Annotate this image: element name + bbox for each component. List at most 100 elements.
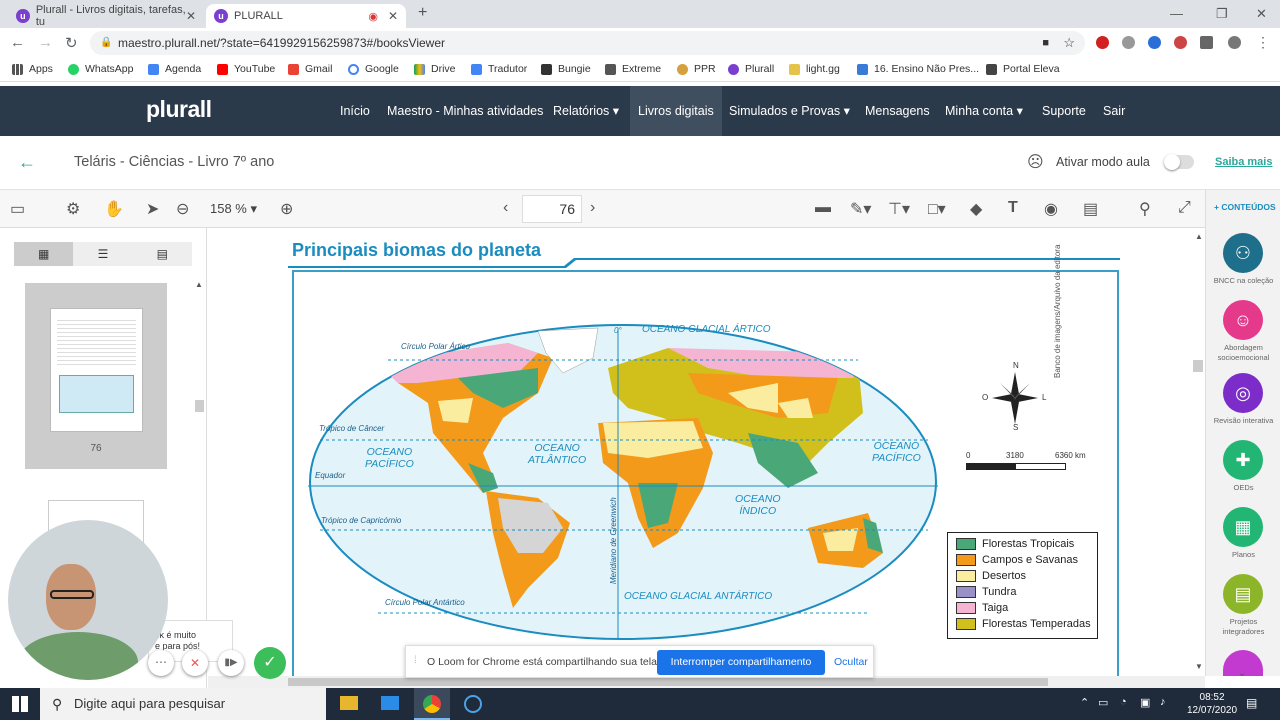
chrome-taskbar-button[interactable] <box>414 688 450 720</box>
nav-sair[interactable]: Sair <box>1095 86 1133 136</box>
planos-icon[interactable]: ▦ <box>1223 507 1263 547</box>
zoom-in-icon[interactable]: ⊕ <box>280 199 293 219</box>
bookmark-drive[interactable]: Drive <box>414 63 456 75</box>
revisao-icon[interactable]: ◎ <box>1223 373 1263 413</box>
wifi-icon[interactable]: ◔ <box>1120 696 1127 708</box>
bookmark-lightgg[interactable]: light.gg <box>789 63 840 75</box>
bookmark-ensino[interactable]: 16. Ensino Não Pres... <box>857 63 979 75</box>
bookmark-extreme[interactable]: Extreme <box>605 63 661 75</box>
notifications-icon[interactable]: ▤ <box>1246 696 1257 710</box>
nav-relatorios[interactable]: Relatórios ▾ <box>545 86 627 136</box>
plurall-logo[interactable]: plurall <box>146 96 212 123</box>
new-tab-icon[interactable]: + <box>418 4 427 22</box>
camera-icon[interactable]: ■ <box>1042 31 1049 55</box>
cortana-app-icon[interactable] <box>464 695 482 713</box>
windows-start-icon[interactable] <box>12 696 28 712</box>
mail-icon[interactable] <box>381 696 399 710</box>
annotations-tab-icon[interactable]: ▤ <box>133 242 192 266</box>
battery-icon[interactable]: ▭ <box>1098 696 1108 709</box>
bookmark-whatsapp[interactable]: WhatsApp <box>68 63 133 75</box>
browser-tab-active[interactable]: u PLURALL ◉ ✕ <box>206 4 406 28</box>
zoom-out-icon[interactable]: ⊖ <box>176 199 189 219</box>
hand-tool-icon[interactable]: ✋ <box>104 199 124 219</box>
drag-handle-icon[interactable]: ⁞ <box>414 655 417 666</box>
pointer-icon[interactable]: ➤ <box>146 199 159 219</box>
minimize-icon[interactable]: — <box>1170 6 1183 21</box>
bookmark-portal-eleva[interactable]: Portal Eleva <box>986 63 1060 75</box>
prev-page-icon[interactable]: ‹ <box>503 199 508 217</box>
url-input[interactable]: 🔒 maestro.plurall.net/?state=64199291562… <box>90 31 1085 55</box>
page-input[interactable]: 76 <box>522 195 582 223</box>
gear-icon[interactable]: ⚙ <box>66 199 80 219</box>
bookmark-apps[interactable]: Apps <box>12 63 53 75</box>
puzzle-icon[interactable] <box>1200 36 1213 49</box>
forward-icon[interactable]: → <box>38 34 53 51</box>
scroll-up-icon[interactable]: ▲ <box>1195 232 1203 241</box>
back-arrow-icon[interactable]: ← <box>18 152 36 173</box>
text-tool-icon[interactable]: T <box>1008 199 1018 217</box>
kebab-menu-icon[interactable]: ⋮ <box>1256 34 1270 51</box>
pause-icon[interactable]: ▮▶ <box>218 650 244 676</box>
notes-icon[interactable]: ▤ <box>1083 199 1098 219</box>
more-options-icon[interactable]: ⋯ <box>148 650 174 676</box>
nav-mensagens[interactable]: Mensagens <box>857 86 938 136</box>
file-explorer-icon[interactable] <box>340 696 358 710</box>
profile-icon[interactable] <box>1228 36 1241 49</box>
bookmark-youtube[interactable]: YouTube <box>217 63 275 75</box>
finish-recording-icon[interactable]: ✓ <box>254 647 286 679</box>
close-icon[interactable]: ✕ <box>186 9 196 23</box>
bookmark-bungie[interactable]: Bungie <box>541 63 591 75</box>
clock[interactable]: 08:52 12/07/2020 <box>1187 691 1237 717</box>
webcam-bubble[interactable] <box>8 520 168 680</box>
nav-inicio[interactable]: Início <box>332 86 378 136</box>
star-icon[interactable]: ☆ <box>1063 31 1075 55</box>
page-thumbnail-selected[interactable]: 76 <box>25 283 167 469</box>
scroll-down-icon[interactable]: ▼ <box>1195 662 1203 671</box>
maximize-icon[interactable]: ❐ <box>1216 6 1228 22</box>
taskbar-search[interactable]: ⚲ Digite aqui para pesquisar <box>40 688 326 720</box>
search-icon[interactable]: ⚲ <box>1139 199 1151 219</box>
text-box-icon[interactable]: ⊤▾ <box>888 199 910 219</box>
opera-extension-icon[interactable] <box>1096 36 1109 49</box>
back-icon[interactable]: ← <box>10 34 25 51</box>
nav-maestro[interactable]: Maestro - Minhas atividades <box>379 86 551 136</box>
stop-sharing-button[interactable]: Interromper compartilhamento <box>657 650 825 675</box>
scroll-up-icon[interactable]: ▲ <box>195 280 203 289</box>
bncc-icon[interactable]: ⚇ <box>1223 233 1263 273</box>
close-window-icon[interactable]: ✕ <box>1256 6 1267 22</box>
eraser-icon[interactable]: ◆ <box>970 199 982 219</box>
bookmark-gmail[interactable]: Gmail <box>288 63 332 75</box>
bookmark-google[interactable]: Google <box>348 63 399 75</box>
reload-icon[interactable]: ↻ <box>65 34 78 52</box>
sidebar-toggle-icon[interactable]: ▭ <box>10 199 25 219</box>
puzzle-icon[interactable]: ✚ <box>1223 440 1263 480</box>
close-icon[interactable]: ✕ <box>388 9 398 23</box>
nav-minha-conta[interactable]: Minha conta ▾ <box>937 86 1031 136</box>
bookmark-agenda[interactable]: Agenda <box>148 63 201 75</box>
hide-button[interactable]: Ocultar <box>834 656 868 668</box>
extension-icon[interactable] <box>1122 36 1135 49</box>
conteudos-button[interactable]: + CONTEÚDOS <box>1214 202 1276 212</box>
volume-icon[interactable]: ♪ <box>1160 696 1166 708</box>
socioemocional-icon[interactable]: ☺ <box>1223 300 1263 340</box>
outline-tab-icon[interactable]: ☰ <box>73 242 132 266</box>
extension-icon[interactable] <box>1148 36 1161 49</box>
mode-toggle[interactable] <box>1164 154 1194 170</box>
cancel-recording-icon[interactable]: ✕ <box>182 650 208 676</box>
bookmark-ppr[interactable]: PPR <box>677 63 716 75</box>
comment-icon[interactable]: ▬ <box>815 199 831 217</box>
saiba-mais-link[interactable]: Saiba mais <box>1215 156 1272 168</box>
shape-tool-icon[interactable]: □▾ <box>928 199 946 219</box>
browser-tab[interactable]: u Plurall - Livros digitais, tarefas, tu… <box>8 4 204 28</box>
fullscreen-icon[interactable]: ⤢ <box>1178 199 1191 217</box>
thumbnail-scrollbar[interactable] <box>195 400 204 412</box>
tray-chevron-icon[interactable]: ⌃ <box>1080 696 1089 709</box>
thumbnails-tab-icon[interactable]: ▦ <box>14 242 74 266</box>
display-icon[interactable]: ▣ <box>1140 696 1150 709</box>
zoom-select[interactable]: 158 % ▾ <box>210 201 257 217</box>
nav-livros-digitais[interactable]: Livros digitais <box>630 86 722 136</box>
chevron-down-icon[interactable]: ⌄ <box>1238 668 1246 679</box>
document-scrollbar[interactable] <box>1193 360 1203 372</box>
extension-icon[interactable] <box>1174 36 1187 49</box>
nav-suporte[interactable]: Suporte <box>1034 86 1094 136</box>
